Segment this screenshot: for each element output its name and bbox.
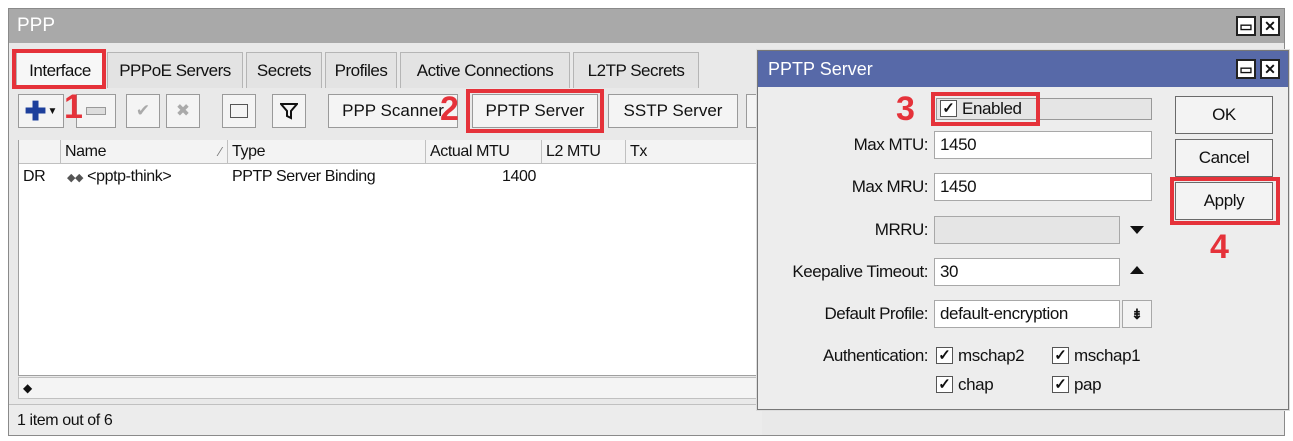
cross-icon: ✖ bbox=[175, 101, 191, 120]
highlight-pptp-server-button bbox=[466, 89, 604, 133]
mschap1-checkbox[interactable]: ✓ bbox=[1052, 347, 1069, 364]
tab-label: PPPoE Servers bbox=[119, 61, 231, 80]
default-profile-label: Default Profile: bbox=[824, 304, 929, 323]
column-header-type[interactable]: Type bbox=[228, 140, 426, 164]
checkmark-icon: ✓ bbox=[938, 376, 951, 393]
chap-checkbox[interactable]: ✓ bbox=[936, 376, 953, 393]
pap-label: pap bbox=[1074, 375, 1102, 394]
column-header-actual-mtu[interactable]: Actual MTU bbox=[426, 140, 542, 164]
dialog-restore-icon[interactable]: ▭ bbox=[1236, 59, 1256, 79]
max-mru-field[interactable]: 1450 bbox=[934, 173, 1152, 201]
scroll-handle-icon[interactable]: ◆ bbox=[23, 378, 32, 398]
tab-label: L2TP Secrets bbox=[587, 61, 685, 80]
mrru-field[interactable] bbox=[934, 216, 1120, 244]
column-header-l2-mtu[interactable]: L2 MTU bbox=[542, 140, 626, 164]
dropdown-arrow-icon[interactable]: ⇟ bbox=[1122, 300, 1152, 328]
column-label: Tx bbox=[630, 143, 647, 160]
tab-label: Active Connections bbox=[416, 61, 554, 80]
keepalive-collapse-icon[interactable] bbox=[1130, 266, 1144, 274]
cancel-button[interactable]: Cancel bbox=[1175, 139, 1273, 177]
highlight-enabled-checkbox bbox=[931, 92, 1040, 126]
enable-button[interactable]: ✔ bbox=[126, 94, 160, 128]
checkmark-icon: ✓ bbox=[938, 347, 951, 364]
ok-button[interactable]: OK bbox=[1175, 96, 1273, 134]
default-profile-select[interactable]: default-encryption bbox=[934, 300, 1120, 328]
ppp-titlebar: PPP bbox=[9, 9, 1284, 43]
comment-button[interactable] bbox=[222, 94, 256, 128]
step-3-marker: 3 bbox=[896, 90, 915, 128]
tab-label: Secrets bbox=[256, 61, 312, 80]
row-tx bbox=[626, 165, 759, 189]
mschap2-label: mschap2 bbox=[958, 346, 1025, 365]
step-1-marker: 1 bbox=[64, 88, 83, 126]
mschap1-label: mschap1 bbox=[1074, 346, 1141, 365]
row-type: PPTP Server Binding bbox=[232, 168, 376, 185]
dialog-titlebar: PPTP Server bbox=[758, 51, 1288, 87]
step-2-marker: 2 bbox=[440, 90, 459, 128]
tab-profiles[interactable]: Profiles bbox=[325, 52, 397, 88]
mrru-dropdown-icon[interactable] bbox=[1130, 226, 1144, 234]
row-flags: DR bbox=[23, 168, 46, 185]
add-icon: ✚ bbox=[24, 96, 47, 126]
chevron-down-icon: ▼ bbox=[47, 105, 58, 117]
tab-l2tp-secrets[interactable]: L2TP Secrets bbox=[573, 52, 699, 88]
status-bar: 1 item out of 6 bbox=[9, 404, 762, 435]
keepalive-field[interactable]: 30 bbox=[934, 258, 1120, 286]
keepalive-label: Keepalive Timeout: bbox=[792, 262, 928, 281]
restore-icon[interactable]: ▭ bbox=[1236, 16, 1256, 36]
sstp-server-button[interactable]: SSTP Server bbox=[608, 94, 738, 128]
column-label: Name bbox=[65, 143, 107, 160]
comment-icon bbox=[230, 104, 248, 118]
dialog-title: PPTP Server bbox=[768, 59, 873, 79]
max-mtu-label: Max MTU: bbox=[853, 135, 929, 154]
highlight-apply-button bbox=[1170, 177, 1280, 225]
row-l2-mtu bbox=[542, 165, 626, 189]
row-actual-mtu: 1400 bbox=[502, 168, 536, 185]
tab-label: Profiles bbox=[334, 61, 388, 80]
filter-icon bbox=[280, 103, 298, 120]
column-header-tx[interactable]: Tx bbox=[626, 140, 759, 164]
button-label: PPP Scanner bbox=[342, 101, 444, 120]
sort-icon: ⁄ bbox=[219, 144, 221, 159]
column-header-flags[interactable] bbox=[19, 140, 61, 164]
highlight-interface-tab bbox=[12, 49, 106, 89]
row-name-text: <pptp-think> bbox=[87, 168, 172, 185]
ppp-scanner-button[interactable]: PPP Scanner bbox=[328, 94, 458, 128]
mschap2-checkbox[interactable]: ✓ bbox=[936, 347, 953, 364]
remove-icon bbox=[86, 107, 106, 115]
pap-checkbox[interactable]: ✓ bbox=[1052, 376, 1069, 393]
tab-active-connections[interactable]: Active Connections bbox=[400, 52, 570, 88]
checkmark-icon: ✓ bbox=[1054, 347, 1067, 364]
checkmark-icon: ✔ bbox=[135, 101, 151, 120]
button-label: SSTP Server bbox=[623, 101, 723, 120]
dialog-close-icon[interactable]: ✕ bbox=[1260, 59, 1280, 79]
tab-pppoe-servers[interactable]: PPPoE Servers bbox=[107, 52, 243, 88]
max-mtu-field[interactable]: 1450 bbox=[934, 131, 1152, 159]
add-button[interactable]: ✚ ▼ bbox=[18, 94, 64, 128]
column-header-name[interactable]: Name ⁄ bbox=[61, 140, 228, 164]
close-icon[interactable]: ✕ bbox=[1260, 16, 1280, 36]
disable-button[interactable]: ✖ bbox=[166, 94, 200, 128]
mrru-label: MRRU: bbox=[874, 220, 929, 239]
chap-label: chap bbox=[958, 375, 994, 394]
row-name: ◆◆ <pptp-think> bbox=[61, 165, 228, 189]
max-mru-label: Max MRU: bbox=[851, 177, 929, 196]
column-label: Actual MTU bbox=[430, 143, 510, 160]
step-4-marker: 4 bbox=[1210, 228, 1229, 266]
interface-icon: ◆◆ bbox=[67, 172, 84, 184]
column-label: Type bbox=[232, 143, 266, 160]
filter-button[interactable] bbox=[272, 94, 306, 128]
window-title: PPP bbox=[17, 15, 56, 36]
column-label: L2 MTU bbox=[546, 143, 601, 160]
horizontal-scrollbar[interactable]: ◆ bbox=[18, 377, 760, 399]
tab-secrets[interactable]: Secrets bbox=[246, 52, 322, 88]
checkmark-icon: ✓ bbox=[1054, 376, 1067, 393]
authentication-label: Authentication: bbox=[823, 346, 928, 365]
